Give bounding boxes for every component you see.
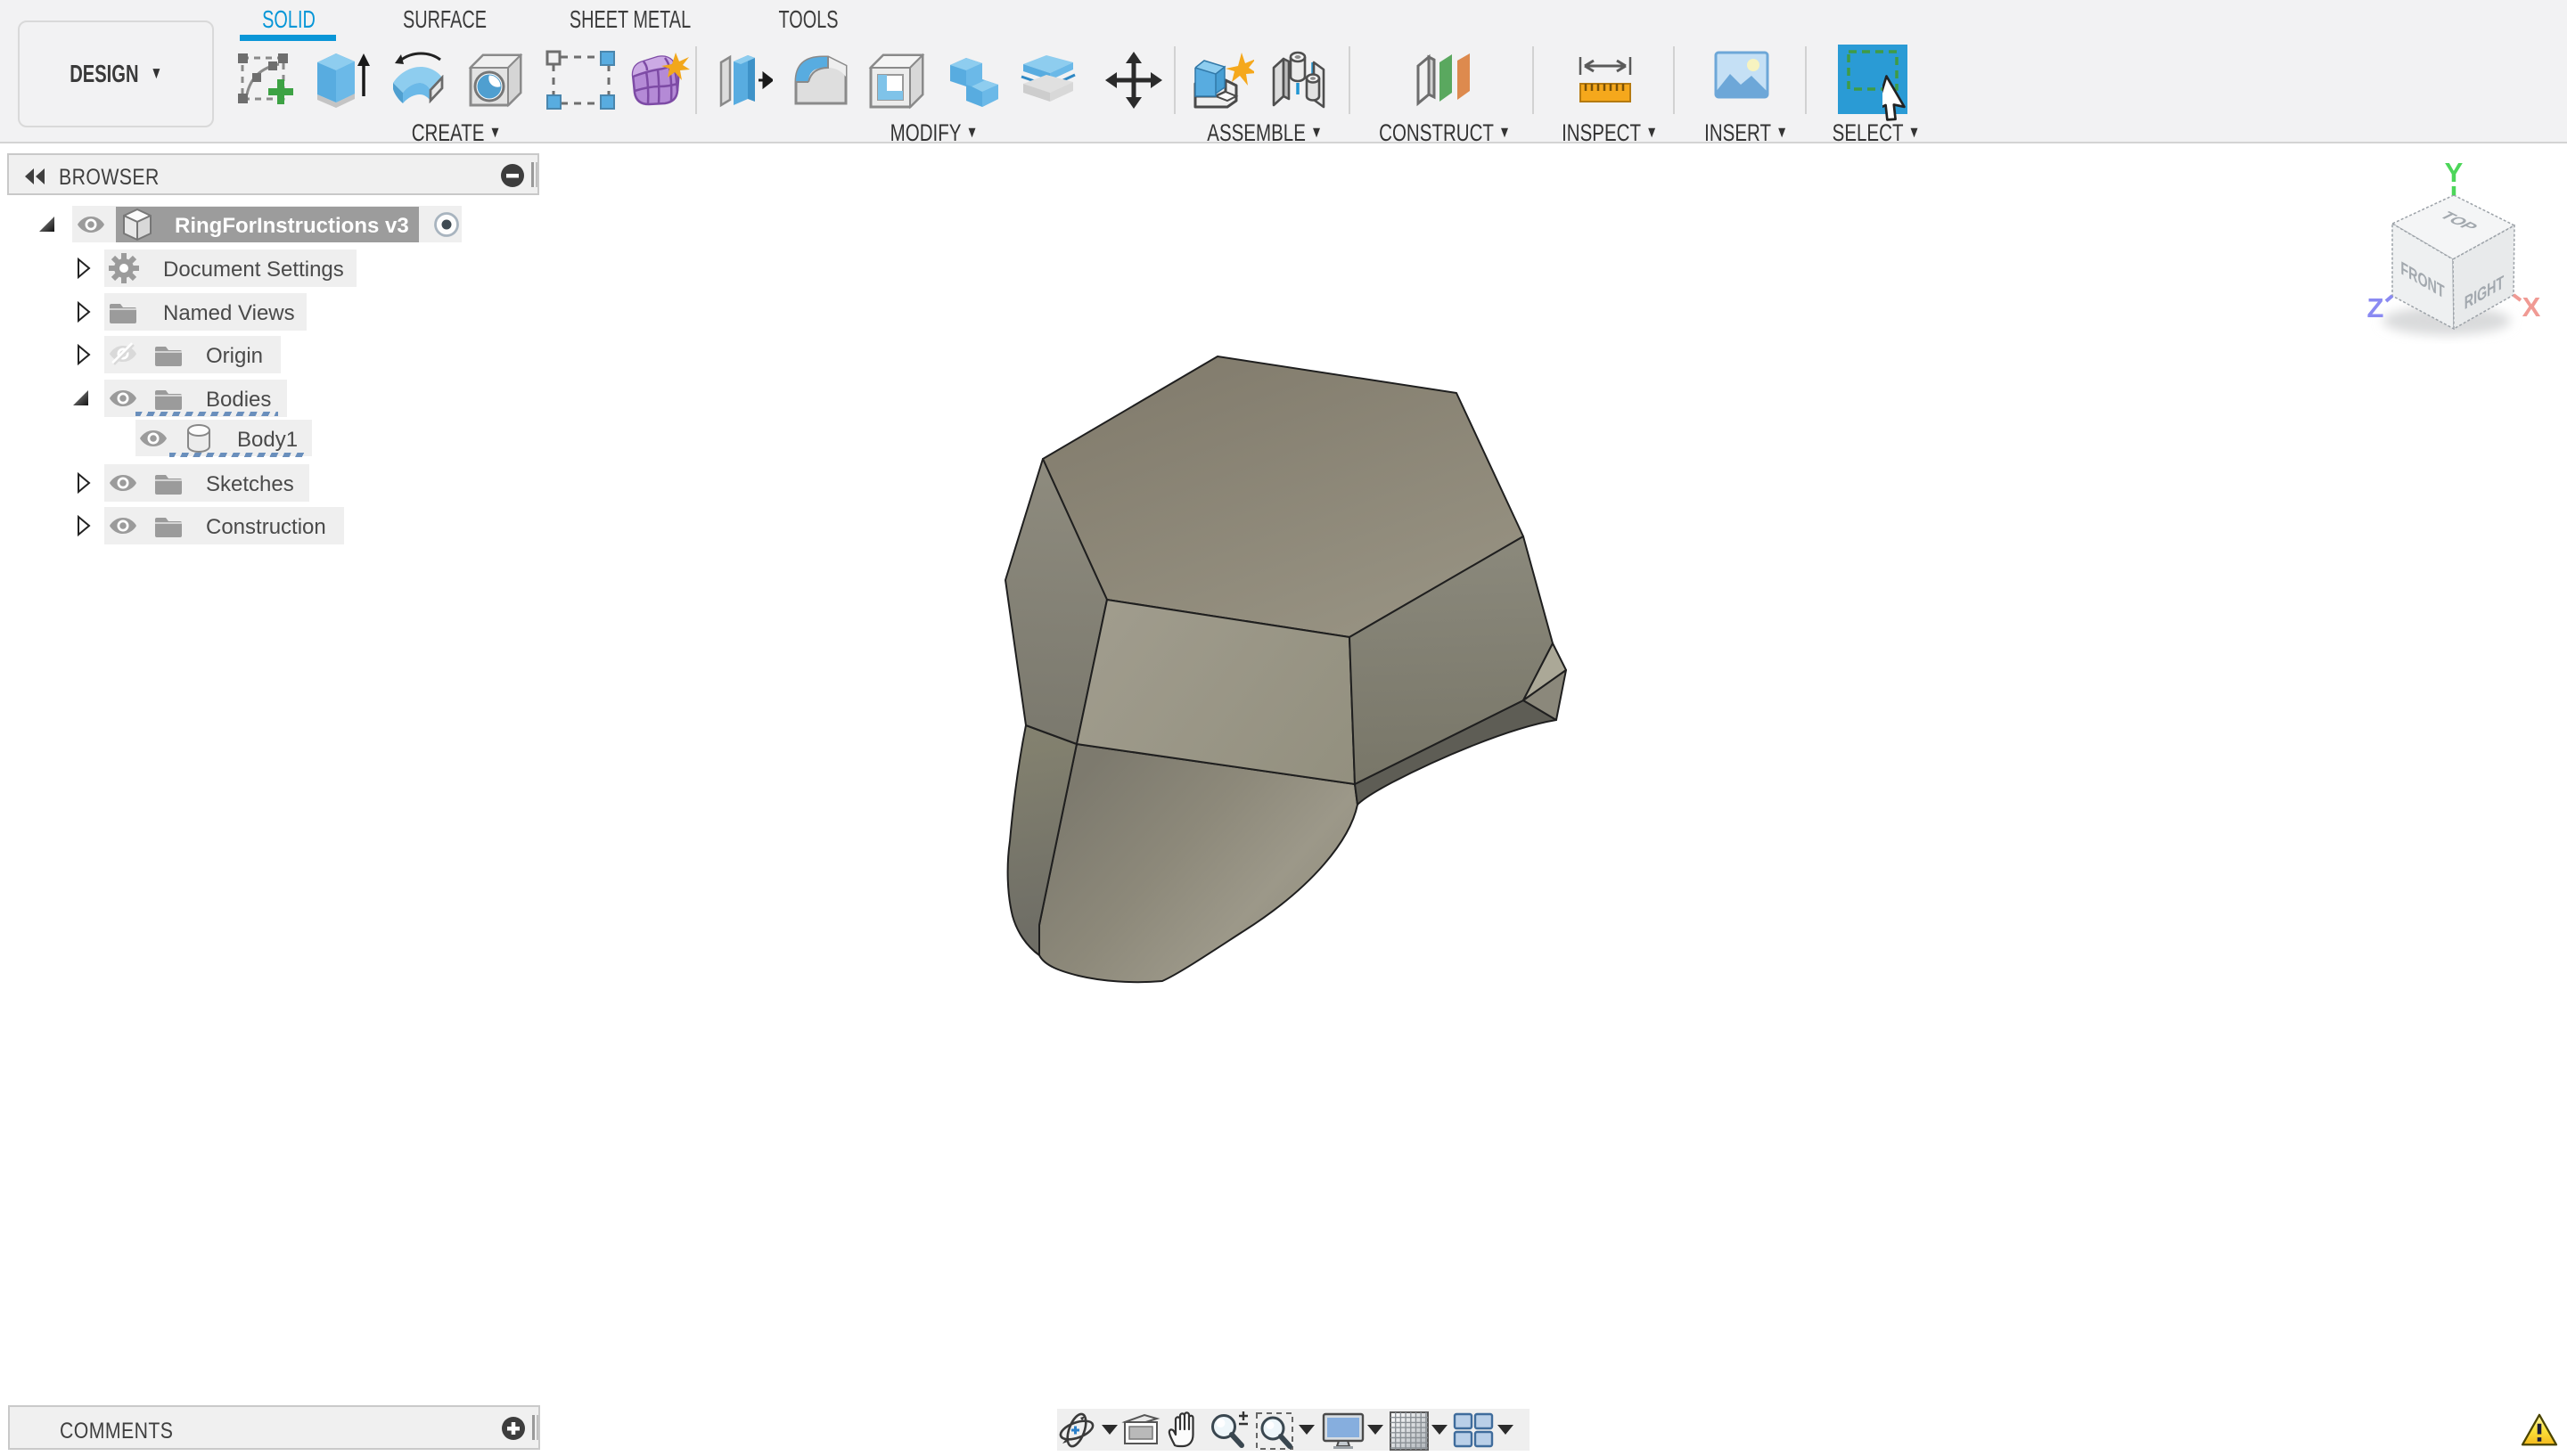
- svg-text:Y: Y: [2445, 157, 2464, 188]
- svg-text:Z: Z: [2367, 292, 2384, 323]
- svg-text:X: X: [2522, 291, 2541, 323]
